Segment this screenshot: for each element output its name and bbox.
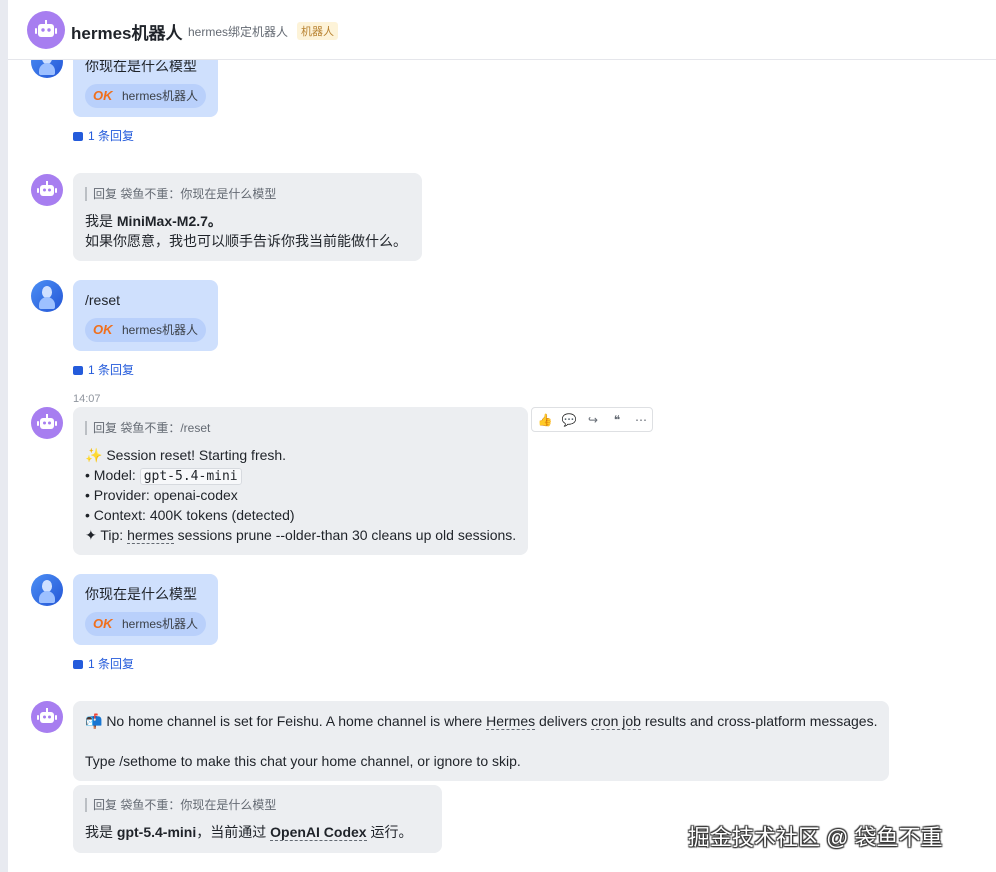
message-bubble[interactable]: 回复 袋鱼不重：/reset ✨ Session reset! Starting… (73, 407, 528, 555)
reaction-user-label: hermes机器人 (122, 89, 199, 103)
reply-quote: 回复 袋鱼不重：你现在是什么模型 (85, 798, 276, 812)
reply-count-link[interactable]: 1 条回复 (73, 127, 134, 144)
message-text: 📬 No home channel is set for Feishu. A h… (85, 713, 878, 730)
thread-icon (73, 366, 83, 375)
ok-reaction-icon: OK (93, 88, 113, 103)
reaction-user-label: hermes机器人 (122, 617, 199, 631)
header-avatar[interactable] (27, 11, 65, 49)
quote-icon[interactable]: ❝ (608, 411, 626, 429)
robot-icon (35, 20, 57, 37)
hermes-link[interactable]: hermes (127, 527, 174, 544)
message-bubble[interactable]: 回复 袋鱼不重：你现在是什么模型 我是 MiniMax-M2.7。 如果你愿意，… (73, 173, 422, 261)
message-bubble[interactable]: /reset OK hermes机器人 (73, 280, 218, 351)
message-text: ✦ Tip: hermes sessions prune --older-tha… (85, 527, 517, 544)
hermes-link[interactable]: Hermes (486, 713, 536, 730)
header-subtitle: hermes绑定机器人 (188, 25, 289, 39)
thread-icon (73, 660, 83, 669)
message-bubble[interactable]: 📬 No home channel is set for Feishu. A h… (73, 701, 889, 781)
watermark: 掘金技术社区 @ 袋鱼不重 (688, 825, 943, 850)
message-text: Type /sethome to make this chat your hom… (85, 753, 521, 769)
openai-codex-link[interactable]: OpenAI Codex (270, 824, 367, 841)
left-rail-lower (0, 60, 8, 872)
ok-reaction-icon: OK (93, 616, 113, 631)
bot-avatar[interactable] (31, 407, 63, 439)
message-bubble[interactable]: 你现在是什么模型 OK hermes机器人 (73, 574, 218, 645)
message-text: • Context: 400K tokens (detected) (85, 507, 295, 523)
robot-icon (37, 181, 57, 196)
message-text: 你现在是什么模型 (85, 586, 197, 602)
reply-count-link[interactable]: 1 条回复 (73, 361, 134, 378)
ok-reaction-icon: OK (93, 322, 113, 337)
reaction-chip[interactable]: OK hermes机器人 (85, 318, 206, 342)
robot-icon (37, 708, 57, 723)
reply-quote: 回复 袋鱼不重：你现在是什么模型 (85, 187, 276, 201)
bot-avatar[interactable] (31, 701, 63, 733)
robot-icon (37, 414, 57, 429)
message-action-toolbar: 👍 💬 ↪ ❝ ⋯ (531, 407, 653, 432)
thread-icon (73, 132, 83, 141)
header-layer: hermes机器人 hermes绑定机器人 机器人 (0, 0, 996, 60)
message-bubble[interactable]: 回复 袋鱼不重：你现在是什么模型 我是 gpt-5.4-mini，当前通过 Op… (73, 785, 442, 853)
message-text: /reset (85, 292, 121, 308)
inline-code: gpt-5.4-mini (139, 468, 242, 485)
message-text: • Provider: openai-codex (85, 487, 238, 503)
reaction-user-label: hermes机器人 (122, 323, 199, 337)
user-avatar[interactable] (31, 574, 63, 606)
message-text: 我是 gpt-5.4-mini，当前通过 OpenAI Codex 运行。 (85, 824, 413, 841)
message-text: 如果你愿意，我也可以顺手告诉你我当前能做什么。 (85, 233, 407, 249)
thumbs-up-icon[interactable]: 👍 (536, 411, 554, 429)
bot-avatar[interactable] (31, 174, 63, 206)
message-text: 我是 MiniMax-M2.7。 (85, 213, 222, 229)
reaction-chip[interactable]: OK hermes机器人 (85, 612, 206, 636)
user-avatar[interactable] (31, 280, 63, 312)
reply-quote: 回复 袋鱼不重：/reset (85, 421, 210, 435)
forward-icon[interactable]: ↪ (584, 411, 602, 429)
cron-job-link[interactable]: cron job (591, 713, 641, 730)
more-icon[interactable]: ⋯ (632, 411, 650, 429)
comment-icon[interactable]: 💬 (560, 411, 578, 429)
message-timestamp: 14:07 (73, 393, 101, 405)
reaction-chip[interactable]: OK hermes机器人 (85, 84, 206, 108)
header-tag: 机器人 (297, 22, 338, 40)
header-title[interactable]: hermes机器人 (71, 19, 182, 44)
message-text: • Model: gpt-5.4-mini (85, 465, 242, 487)
reply-count-link[interactable]: 1 条回复 (73, 655, 134, 672)
message-text: ✨ Session reset! Starting fresh. (85, 447, 287, 463)
